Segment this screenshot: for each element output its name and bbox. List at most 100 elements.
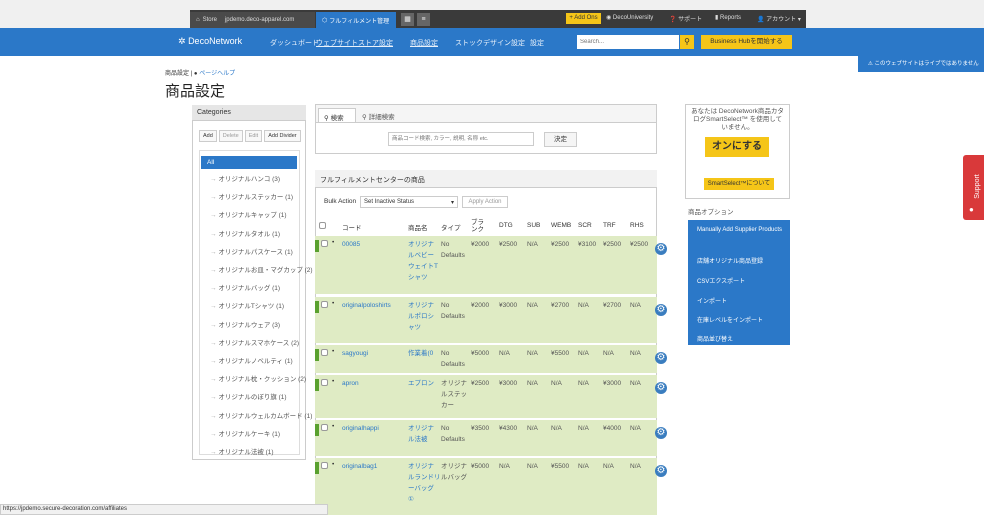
select-all-checkbox[interactable] [319, 222, 326, 229]
category-item[interactable]: → オリジナルケーキ (1) [210, 428, 280, 438]
product-code-link[interactable]: originalpoloshirts [342, 301, 391, 311]
search-submit-button[interactable]: 決定 [544, 132, 577, 147]
support-tab[interactable]: Support ● [963, 155, 984, 220]
nav-products[interactable]: 商品設定 [410, 38, 438, 48]
column-header[interactable]: コード [342, 222, 362, 232]
product-name-link[interactable]: エプロン [408, 379, 434, 389]
category-item[interactable]: → オリジナルTシャツ (1) [210, 300, 284, 310]
category-item[interactable]: → オリジナルタオル (1) [210, 228, 280, 238]
deco-university-link[interactable]: ◉ DecoUniversity [606, 14, 653, 21]
tab-search[interactable]: ⚲ 検索 [318, 108, 356, 122]
gear-icon[interactable]: ⚙ [655, 427, 667, 439]
search-input[interactable] [577, 35, 679, 49]
delete-category-button[interactable]: Delete [218, 130, 243, 142]
bulk-action-select[interactable]: Set Inactive Status ▾ [360, 196, 458, 208]
option-register-product[interactable]: 店舗オリジナル商品登録 [688, 250, 790, 270]
add-divider-button[interactable]: Add Divider [264, 130, 301, 142]
product-name-link[interactable]: ① [408, 495, 414, 505]
product-code-link[interactable]: apron [342, 379, 359, 389]
category-item[interactable]: → オリジナルハンコ (3) [210, 173, 280, 183]
column-header[interactable]: TRF [603, 222, 616, 229]
category-item[interactable]: → オリジナルウェルカムボード (1) [210, 410, 312, 420]
gear-icon[interactable]: ⚙ [655, 243, 667, 255]
page-help-link[interactable]: ページヘルプ [199, 71, 235, 77]
option-csv-export[interactable]: CSVエクスポート [688, 270, 790, 290]
category-item[interactable]: → オリジナルお皿・マグカップ (2) [210, 264, 313, 274]
business-hub-button[interactable]: Business Hubを開始する [701, 35, 792, 49]
nav-website-store[interactable]: ウェブサイトストア設定 [316, 38, 393, 48]
product-name-link[interactable]: ルランドリ [408, 473, 441, 483]
product-name-link[interactable]: ャツ [408, 323, 421, 333]
fulfillment-tab[interactable]: ⬡ フルフィルメント管理 [316, 12, 396, 28]
price-cell-wemb: ¥2500 [551, 241, 570, 248]
nav-dashboard[interactable]: ダッシュボード [270, 38, 319, 48]
category-item[interactable]: → オリジナルのぼり旗 (1) [210, 391, 287, 401]
search-icon[interactable]: ⚲ [680, 35, 694, 49]
category-item[interactable]: → オリジナルバッグ (1) [210, 282, 280, 292]
option-sort-products[interactable]: 商品並び替え [688, 328, 790, 348]
category-item[interactable]: → オリジナルウェア (3) [210, 319, 280, 329]
product-name-link[interactable]: ル法被 [408, 435, 428, 445]
reports-link[interactable]: ▮ Reports [715, 14, 741, 21]
option-import-stock[interactable]: 在庫レベルをインポート [688, 309, 790, 329]
grid-icon[interactable]: ▦ [401, 13, 414, 26]
category-item[interactable]: → オリジナルキャップ (1) [210, 209, 287, 219]
tab-advanced-search[interactable]: ⚲ 詳細検索 [362, 111, 395, 121]
column-header[interactable]: SCR [578, 222, 592, 229]
column-header[interactable]: タイプ [441, 222, 461, 232]
row-checkbox[interactable] [321, 462, 328, 469]
product-code-link[interactable]: originalhappi [342, 424, 379, 434]
smartselect-on-button[interactable]: オンにする [705, 137, 769, 157]
apply-action-button[interactable]: Apply Action [462, 196, 508, 208]
gear-icon[interactable]: ⚙ [655, 382, 667, 394]
option-import[interactable]: インポート [688, 290, 790, 310]
product-name-link[interactable]: オリジナ [408, 462, 434, 472]
category-item[interactable]: → オリジナルステッカー (1) [210, 191, 293, 201]
gear-icon[interactable]: ⚙ [655, 465, 667, 477]
gear-icon[interactable]: ⚙ [655, 304, 667, 316]
product-search-input[interactable] [388, 132, 534, 146]
column-header[interactable]: WEMB [551, 222, 571, 229]
deconetwork-logo[interactable]: ✲ DecoNetwork [178, 36, 242, 47]
account-menu[interactable]: 👤 アカウント ▾ [757, 14, 801, 23]
column-header[interactable]: ブランク [471, 219, 487, 233]
product-code-link[interactable]: sagyougi [342, 349, 368, 359]
product-name-link[interactable]: オリジナ [408, 240, 434, 250]
product-name-link[interactable]: オリジナ [408, 424, 434, 434]
category-item[interactable]: → オリジナルパスケース (1) [210, 246, 293, 256]
category-item[interactable]: → オリジナルノベルティ (1) [210, 355, 293, 365]
category-item[interactable]: → オリジナル法被 (1) [210, 446, 274, 456]
row-checkbox[interactable] [321, 424, 328, 431]
option-manually-add[interactable]: Manually Add Supplier Products [688, 224, 790, 248]
product-name-link[interactable]: ルベビー [408, 251, 434, 261]
store-tab[interactable]: ⌂ Store jpdemo.deco-apparel.com [190, 12, 315, 28]
nav-stock-designs[interactable]: ストックデザイン設定 [455, 38, 525, 48]
row-checkbox[interactable] [321, 240, 328, 247]
product-name-link[interactable]: 作業着(0 [408, 349, 433, 359]
product-name-link[interactable]: シャツ [408, 273, 428, 283]
product-name-link[interactable]: オリジナ [408, 301, 434, 311]
add-ons-button[interactable]: + Add Ons [566, 13, 601, 24]
category-item[interactable]: → オリジナルスマホケース (2) [210, 337, 299, 347]
column-header[interactable]: SUB [527, 222, 540, 229]
product-code-link[interactable]: originalbag1 [342, 462, 377, 472]
add-category-button[interactable]: Add [199, 130, 217, 142]
column-header[interactable]: DTG [499, 222, 513, 229]
list-icon[interactable]: ≡ [417, 13, 430, 26]
product-name-link[interactable]: ーバッグ [408, 484, 434, 494]
row-checkbox[interactable] [321, 349, 328, 356]
category-item-all[interactable]: All [201, 156, 297, 169]
row-checkbox[interactable] [321, 301, 328, 308]
column-header[interactable]: 商品名 [408, 222, 428, 232]
support-link[interactable]: ❓ サポート [669, 14, 702, 23]
edit-category-button[interactable]: Edit [244, 130, 263, 142]
product-name-link[interactable]: ルポロシ [408, 312, 434, 322]
row-checkbox[interactable] [321, 379, 328, 386]
product-code-link[interactable]: 00085 [342, 240, 360, 250]
nav-settings[interactable]: 設定 [530, 38, 544, 48]
product-name-link[interactable]: ウェイトT [408, 262, 438, 272]
column-header[interactable]: RHS [630, 222, 644, 229]
smartselect-about-button[interactable]: SmartSelect™について [704, 178, 774, 190]
category-item[interactable]: → オリジナル枕・クッション (2) [210, 373, 306, 383]
gear-icon[interactable]: ⚙ [655, 352, 667, 364]
